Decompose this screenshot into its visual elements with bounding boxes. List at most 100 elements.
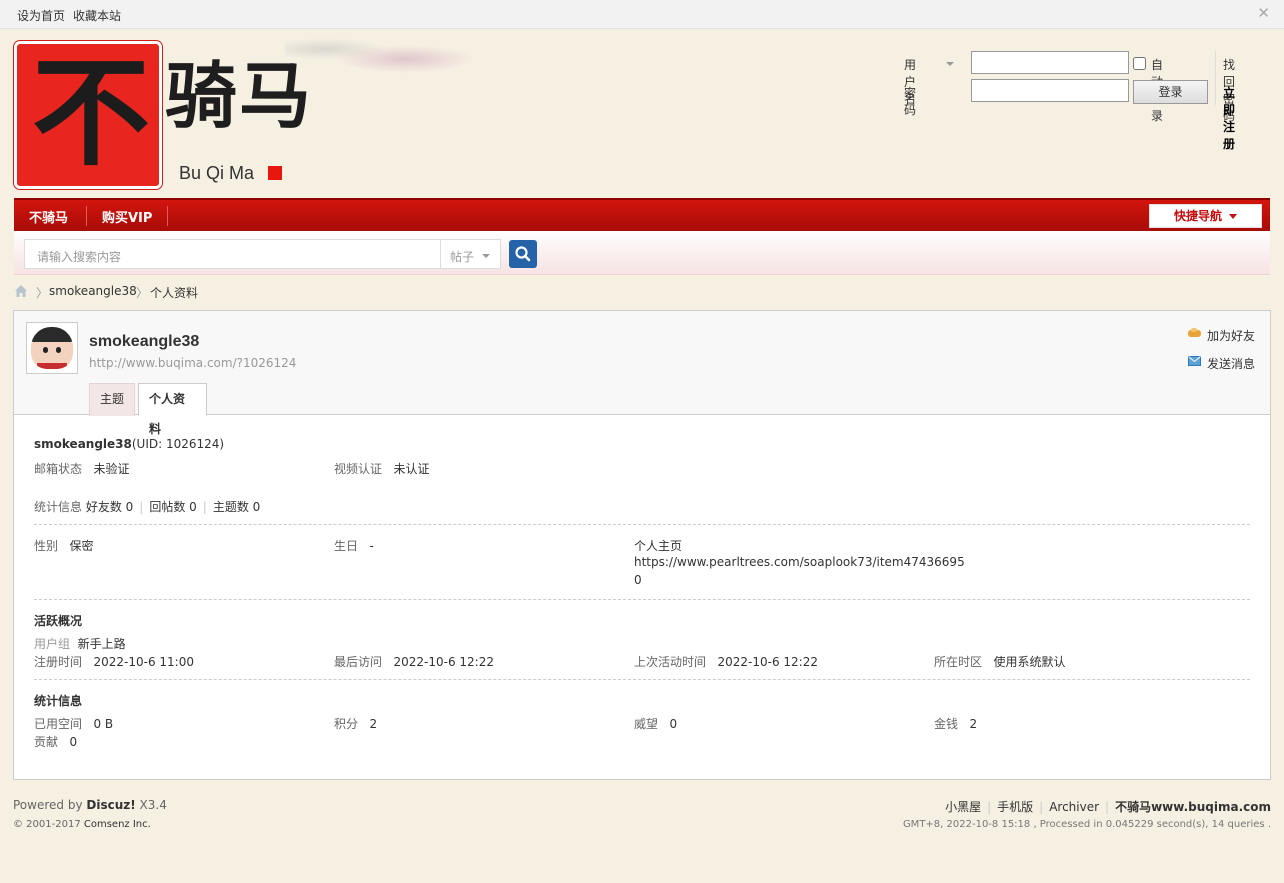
search-type-select[interactable]: 帖子 <box>440 239 501 269</box>
contribution-row: 贡献 0 <box>34 733 77 750</box>
divider <box>34 599 1250 600</box>
prestige-value: 0 <box>669 717 678 731</box>
nav-divider <box>86 206 87 226</box>
last-visit-row: 最后访问 2022-10-6 12:22 <box>334 653 494 670</box>
threads-count-link[interactable]: 主题数 0 <box>213 500 260 514</box>
home-icon[interactable] <box>14 284 28 301</box>
profile-username: smokeangle38 <box>89 333 200 350</box>
site-logo[interactable]: 不 <box>13 40 163 190</box>
video-auth-label: 视频认证 <box>334 462 383 476</box>
powered-by-prefix: Powered by <box>13 798 87 812</box>
last-active-label: 上次活动时间 <box>634 655 707 669</box>
space-used-label: 已用空间 <box>34 717 83 731</box>
email-status-label: 邮箱状态 <box>34 462 83 476</box>
divider <box>34 524 1250 525</box>
footer-link-mobile[interactable]: 手机版 <box>997 800 1033 814</box>
last-visit-label: 最后访问 <box>334 655 383 669</box>
logo-text: 骑马 <box>165 53 314 138</box>
user-group-row: 用户组 新手上路 <box>34 635 126 652</box>
nav-item-vip[interactable]: 购买VIP <box>102 207 152 226</box>
logo-square <box>268 166 282 180</box>
logo-subtitle: Bu Qi Ma <box>179 163 255 183</box>
chevron-down-icon <box>1229 214 1237 219</box>
chevron-down-icon[interactable] <box>946 62 954 66</box>
search-bar: 请输入搜索内容 帖子 <box>14 231 1270 275</box>
gender-value: 保密 <box>69 539 94 553</box>
homepage-value-cont: 0 <box>634 573 642 587</box>
breadcrumb-separator: 〉 <box>36 286 49 300</box>
set-homepage-link[interactable]: 设为首页 <box>17 7 65 24</box>
auto-login-checkbox[interactable] <box>1133 57 1146 70</box>
stats-title: 统计信息 <box>34 694 83 708</box>
collapse-icon[interactable]: ✕ <box>1257 4 1270 22</box>
chevron-down-icon <box>482 254 490 258</box>
add-friend-label: 加为好友 <box>1207 329 1256 343</box>
copyright-prefix: © 2001-2017 <box>13 819 84 830</box>
avatar[interactable] <box>26 322 78 374</box>
breadcrumb-current: 个人资料 <box>150 286 199 300</box>
homepage-label: 个人主页 <box>634 539 683 553</box>
footer-site-link[interactable]: 不骑马www.buqima.com <box>1115 800 1271 814</box>
birthday-value: - <box>369 539 374 553</box>
footer-link-blacklist[interactable]: 小黑屋 <box>945 800 981 814</box>
friends-count-link[interactable]: 好友数 0 <box>86 500 133 514</box>
footer-link-archiver[interactable]: Archiver <box>1049 800 1099 814</box>
copyright: © 2001-2017 Comsenz Inc. <box>13 819 151 830</box>
mail-icon <box>1188 356 1201 366</box>
send-message-label: 发送消息 <box>1207 357 1256 371</box>
main-nav: 不骑马 购买VIP 快捷导航 <box>14 198 1270 231</box>
username-input[interactable] <box>971 51 1129 74</box>
top-bar: 设为首页 收藏本站 ✕ <box>0 0 1284 29</box>
contribution-label: 贡献 <box>34 735 59 749</box>
uid-value: (UID: 1026124) <box>131 437 225 451</box>
search-input[interactable]: 请输入搜索内容 <box>24 239 442 269</box>
gender-label: 性别 <box>34 539 59 553</box>
register-link[interactable]: 立即注册 <box>1223 84 1235 152</box>
quick-nav-button[interactable]: 快捷导航 <box>1149 204 1262 228</box>
stats-summary-row: 统计信息 好友数 0 | 回帖数 0 | 主题数 0 <box>34 500 261 514</box>
breadcrumb-user[interactable]: smokeangle38 <box>49 284 137 298</box>
timezone-value: 使用系统默认 <box>993 655 1066 669</box>
profile-url[interactable]: http://www.buqima.com/?1026124 <box>89 356 296 370</box>
homepage-value[interactable]: https://www.pearltrees.com/soaplook73/it… <box>634 555 965 569</box>
comsenz-link[interactable]: Comsenz Inc. <box>84 819 151 830</box>
prestige-row: 威望 0 <box>634 715 677 732</box>
nav-divider <box>167 206 168 226</box>
uid-line: smokeangle38(UID: 1026124) <box>34 437 224 451</box>
prestige-label: 威望 <box>634 717 659 731</box>
divider <box>34 679 1250 680</box>
breadcrumb-separator: 〉 <box>136 286 149 300</box>
last-active-row: 上次活动时间 2022-10-6 12:22 <box>634 653 818 670</box>
money-row: 金钱 2 <box>934 715 977 732</box>
activity-title: 活跃概况 <box>34 614 83 628</box>
discuz-link[interactable]: Discuz! <box>86 798 135 812</box>
avatar-face <box>31 327 73 369</box>
tab-profile[interactable]: 个人资料 <box>138 383 207 436</box>
search-icon <box>515 246 531 262</box>
powered-by: Powered by Discuz! X3.4 <box>13 798 167 812</box>
video-auth-value: 未认证 <box>393 462 430 476</box>
quick-nav-label: 快捷导航 <box>1173 209 1222 223</box>
user-group-label: 用户组 <box>34 637 71 651</box>
replies-count-link[interactable]: 回帖数 0 <box>149 500 196 514</box>
header-decoration <box>285 29 615 101</box>
reg-time-value: 2022-10-6 11:00 <box>93 655 194 669</box>
nav-item-home[interactable]: 不骑马 <box>29 207 68 226</box>
login-divider <box>1215 51 1216 105</box>
email-status-row: 邮箱状态 未验证 <box>34 460 129 477</box>
bookmark-site-link[interactable]: 收藏本站 <box>73 7 121 24</box>
reg-time-label: 注册时间 <box>34 655 83 669</box>
login-button[interactable]: 登录 <box>1133 80 1208 104</box>
timezone-label: 所在时区 <box>934 655 983 669</box>
uid-username: smokeangle38 <box>34 437 132 451</box>
tab-threads[interactable]: 主题 <box>89 383 135 416</box>
password-input[interactable] <box>971 79 1129 102</box>
money-value: 2 <box>969 717 978 731</box>
birthday-label: 生日 <box>334 539 359 553</box>
search-button[interactable] <box>509 240 537 268</box>
password-label: 密码 <box>904 86 917 117</box>
contribution-value: 0 <box>69 735 78 749</box>
user-group-value[interactable]: 新手上路 <box>78 637 126 651</box>
space-used-row: 已用空间 0 B <box>34 715 113 732</box>
logo-glyph: 不 <box>31 43 150 182</box>
